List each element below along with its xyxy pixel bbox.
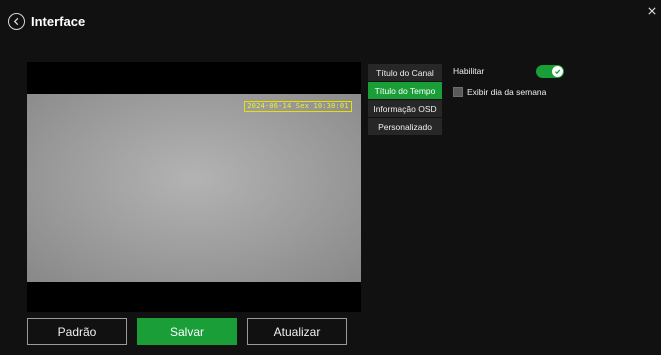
- page-title: Interface: [31, 13, 86, 29]
- time-title-text: 2024-06-14 Sex 10:30:01: [247, 102, 349, 110]
- weekday-checkbox[interactable]: [453, 87, 463, 97]
- camera-image: 2024-06-14 Sex 10:30:01: [27, 94, 361, 282]
- enable-toggle[interactable]: [536, 65, 564, 78]
- back-button[interactable]: [8, 12, 25, 30]
- enable-label: Habilitar: [453, 66, 485, 76]
- save-button[interactable]: Salvar: [137, 318, 237, 345]
- tab-osd-info[interactable]: Informação OSD: [368, 100, 442, 117]
- page-header: Interface: [8, 10, 85, 32]
- weekday-row: Exibir dia da semana: [453, 87, 546, 97]
- time-title-overlay[interactable]: 2024-06-14 Sex 10:30:01: [244, 101, 352, 112]
- tab-channel-title[interactable]: Título do Canal: [368, 64, 442, 81]
- close-button[interactable]: [645, 4, 659, 18]
- check-icon: [554, 69, 561, 75]
- tab-time-title[interactable]: Título do Tempo: [368, 82, 442, 99]
- chevron-left-icon: [13, 17, 19, 25]
- refresh-button[interactable]: Atualizar: [247, 318, 347, 345]
- osd-tabs: Título do Canal Título do Tempo Informaç…: [368, 64, 442, 135]
- time-title-settings: Habilitar Exibir dia da semana: [453, 64, 564, 97]
- weekday-label: Exibir dia da semana: [467, 87, 547, 97]
- enable-row: Habilitar: [453, 64, 484, 78]
- toggle-knob: [552, 66, 563, 77]
- video-preview: 2024-06-14 Sex 10:30:01: [27, 62, 361, 312]
- close-icon: [648, 7, 656, 15]
- tab-custom[interactable]: Personalizado: [368, 118, 442, 135]
- default-button[interactable]: Padrão: [27, 318, 127, 345]
